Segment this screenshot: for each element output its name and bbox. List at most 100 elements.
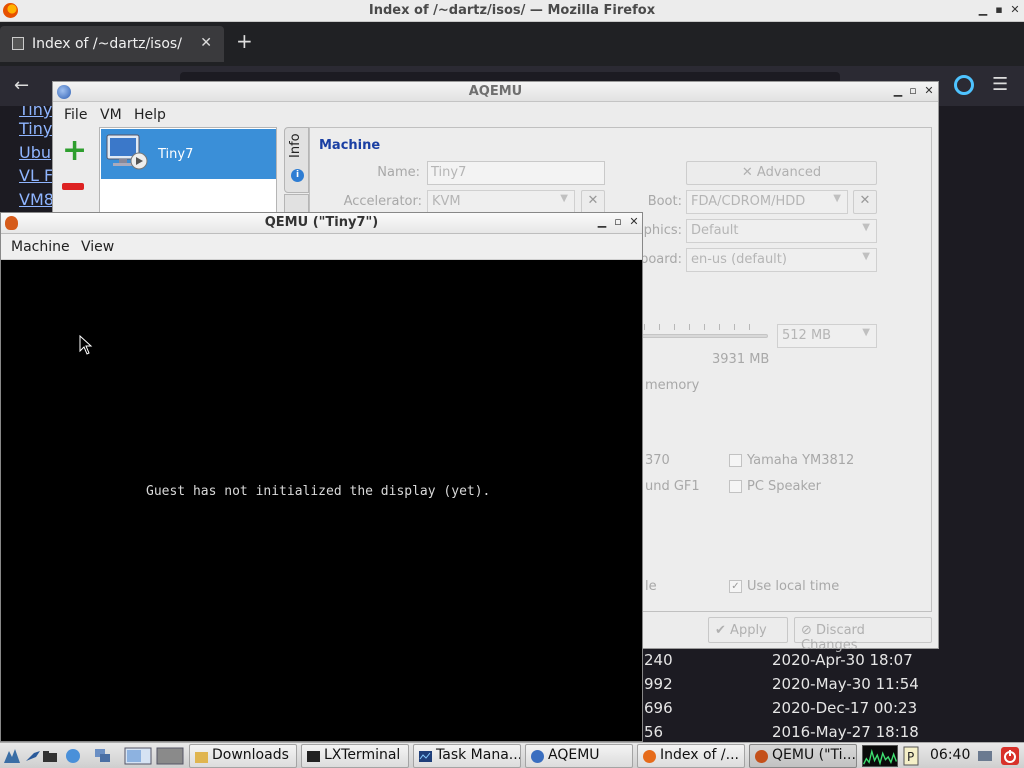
listing-link[interactable]: VM8 xyxy=(19,190,54,209)
discard-icon: ⊘ xyxy=(801,623,812,638)
task-downloads[interactable]: Downloads xyxy=(189,744,297,768)
name-label: Name: xyxy=(377,165,420,180)
maximize-icon[interactable]: ▫ xyxy=(906,84,920,97)
menu-help[interactable]: Help xyxy=(134,107,166,123)
delete-vm-icon[interactable] xyxy=(62,183,84,190)
task-firefox[interactable]: Index of /... xyxy=(637,744,745,768)
use-local-time-checkbox[interactable]: ✓ xyxy=(729,580,742,593)
svg-text:P: P xyxy=(907,750,914,764)
close-icon[interactable]: ✕ xyxy=(922,84,936,97)
listing-link[interactable]: VL F xyxy=(19,166,53,185)
power-icon[interactable] xyxy=(1000,746,1020,766)
memory-slider-ticks xyxy=(644,324,764,330)
terminal-icon xyxy=(307,751,320,762)
checkmark-icon: ✔ xyxy=(715,623,726,638)
desktop-pager-icon[interactable] xyxy=(124,747,152,765)
screen-lock-icon[interactable] xyxy=(976,747,994,765)
accelerator-label: Accelerator: xyxy=(343,194,422,209)
bird-icon[interactable] xyxy=(24,747,42,765)
chevron-down-icon: ▼ xyxy=(833,193,841,204)
listing-link[interactable]: Tiny xyxy=(19,106,52,119)
cpu-monitor-graph[interactable] xyxy=(862,745,898,767)
tab-close-icon[interactable]: ✕ xyxy=(200,35,212,51)
menu-view[interactable]: View xyxy=(81,239,114,255)
listing-size: 240 xyxy=(644,651,673,669)
listing-link[interactable]: Tiny xyxy=(19,119,52,138)
graphics-select[interactable]: Default ▼ xyxy=(686,219,877,243)
discard-changes-button[interactable]: ⊘ Discard Changes xyxy=(794,617,932,653)
memory-total: 3931 MB xyxy=(712,352,770,367)
add-vm-icon[interactable]: + xyxy=(62,136,87,166)
chevron-down-icon: ▼ xyxy=(862,222,870,233)
start-menu-icon[interactable] xyxy=(3,747,21,765)
boot-select[interactable]: FDA/CDROM/HDD ▼ xyxy=(686,190,848,214)
back-arrow-icon[interactable]: ← xyxy=(14,75,29,96)
minimize-icon[interactable]: ▁ xyxy=(595,215,609,228)
apply-button[interactable]: ✔ Apply xyxy=(708,617,788,643)
listing-size: 992 xyxy=(644,675,673,693)
task-label: AQEMU xyxy=(548,747,600,763)
aqemu-menubar: File VM Help xyxy=(53,103,938,127)
account-icon[interactable] xyxy=(954,75,974,95)
aqemu-titlebar[interactable]: AQEMU ▁ ▫ ✕ xyxy=(53,82,938,102)
folder-icon[interactable] xyxy=(42,747,60,765)
chevron-down-icon: ▼ xyxy=(862,327,870,338)
firefox-window-title: Index of /~dartz/isos/ — Mozilla Firefox xyxy=(368,3,656,18)
listing-date: 2016-May-27 18:18 xyxy=(772,723,919,741)
desktop-pager-icon[interactable] xyxy=(156,747,184,765)
task-task-manager[interactable]: Task Mana... xyxy=(413,744,521,768)
yamaha-checkbox[interactable] xyxy=(729,454,742,467)
guest-display[interactable]: Guest has not initialized the display (y… xyxy=(1,261,642,741)
firefox-icon xyxy=(643,750,656,763)
menu-file[interactable]: File xyxy=(64,107,87,123)
close-icon[interactable]: ✕ xyxy=(627,215,641,228)
memory-label: memory xyxy=(645,378,700,393)
aqemu-title: AQEMU xyxy=(468,84,523,99)
task-label: LXTerminal xyxy=(324,747,401,763)
pc-speaker-checkbox[interactable] xyxy=(729,480,742,493)
listing-link[interactable]: Ubu xyxy=(19,143,51,162)
menu-machine[interactable]: Machine xyxy=(11,239,70,255)
menu-vm[interactable]: VM xyxy=(100,107,122,123)
tab-info[interactable]: Info i xyxy=(284,127,309,193)
accelerator-settings-button[interactable]: ✕ xyxy=(581,190,605,214)
memory-slider[interactable] xyxy=(640,334,768,338)
memory-select[interactable]: 512 MB ▼ xyxy=(777,324,877,348)
globe-icon[interactable] xyxy=(64,747,82,765)
qemu-icon xyxy=(755,750,768,763)
clock: 06:40 xyxy=(930,747,971,763)
new-tab-plus-icon[interactable]: + xyxy=(236,29,253,53)
boot-settings-button[interactable]: ✕ xyxy=(853,190,877,214)
accelerator-select[interactable]: KVM ▼ xyxy=(427,190,575,214)
task-manager-icon xyxy=(419,751,432,762)
minimize-icon[interactable]: ▁ xyxy=(976,3,990,16)
tab-index-isos[interactable]: Index of /~dartz/isos/ ✕ xyxy=(0,26,224,62)
maximize-icon[interactable]: ▪ xyxy=(992,3,1006,16)
task-aqemu[interactable]: AQEMU xyxy=(525,744,633,768)
tab-label: Index of /~dartz/isos/ xyxy=(32,36,182,52)
close-icon[interactable]: ✕ xyxy=(1008,3,1022,16)
vm-list-item[interactable]: Tiny7 xyxy=(101,129,276,179)
keyboard-select[interactable]: en-us (default) ▼ xyxy=(686,248,877,272)
name-field[interactable]: Tiny7 xyxy=(427,161,605,185)
advanced-button[interactable]: ✕ Advanced xyxy=(686,161,877,185)
vm-name: Tiny7 xyxy=(158,147,194,162)
minimize-icon[interactable]: ▁ xyxy=(891,84,905,97)
option-label: le xyxy=(645,579,657,594)
task-qemu[interactable]: QEMU ("Ti... xyxy=(749,744,857,768)
windows-icon[interactable] xyxy=(94,747,112,765)
pc-speaker-label: PC Speaker xyxy=(747,479,821,494)
section-title-machine: Machine xyxy=(319,138,381,153)
guest-message: Guest has not initialized the display (y… xyxy=(146,484,491,499)
qemu-titlebar[interactable]: QEMU ("Tiny7") ▁ ▫ ✕ xyxy=(1,213,642,234)
maximize-icon[interactable]: ▫ xyxy=(611,215,625,228)
task-label: QEMU ("Ti... xyxy=(772,747,856,763)
task-lxterminal[interactable]: LXTerminal xyxy=(301,744,409,768)
clipboard-icon[interactable]: P xyxy=(902,746,920,766)
hamburger-menu-icon[interactable]: ☰ xyxy=(992,74,1008,95)
audio-option-label: und GF1 xyxy=(645,479,700,494)
audio-option-label: 370 xyxy=(645,453,670,468)
listing-date: 2020-Apr-30 18:07 xyxy=(772,651,913,669)
qemu-menubar: Machine View xyxy=(1,234,642,260)
firefox-tabbar: Index of /~dartz/isos/ ✕ + xyxy=(0,22,1024,66)
